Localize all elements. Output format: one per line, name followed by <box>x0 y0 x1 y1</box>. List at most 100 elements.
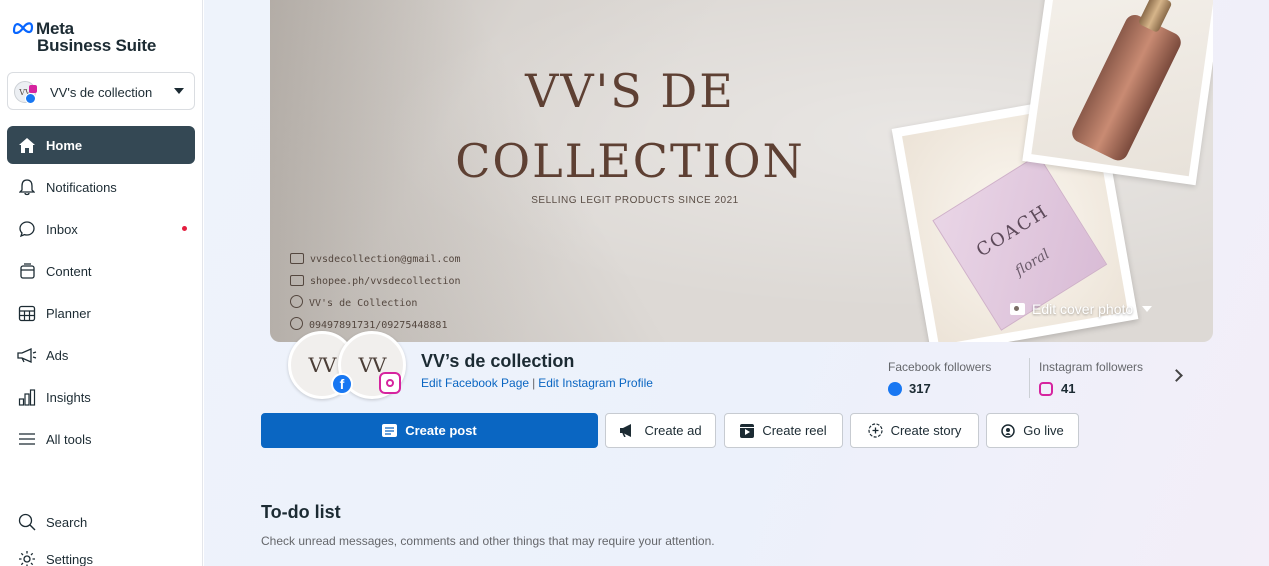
instagram-icon <box>379 372 401 394</box>
create-ad-button[interactable]: Create ad <box>605 413 716 448</box>
cover-contact-facebook: VV's de Collection <box>290 295 417 309</box>
caret-down-icon <box>174 88 184 94</box>
sidebar-item-label: Inbox <box>46 222 78 237</box>
sidebar-item-label: Planner <box>46 306 91 321</box>
create-reel-label: Create reel <box>762 423 827 438</box>
chat-bubble-icon <box>17 220 37 238</box>
instagram-badge-icon <box>29 85 37 93</box>
sidebar-item-inbox[interactable]: Inbox <box>7 210 195 248</box>
todo-title: To-do list <box>261 502 341 522</box>
megaphone-icon <box>17 346 37 364</box>
cover-contact-shop: shopee.ph/vvsdecollection <box>290 275 461 287</box>
stats-divider <box>1029 358 1030 398</box>
search-icon <box>17 513 37 531</box>
post-icon <box>382 424 398 437</box>
sidebar-item-label: All tools <box>46 432 92 447</box>
facebook-followers-label: Facebook followers <box>888 360 992 374</box>
edit-cover-photo-button[interactable]: Edit cover photo <box>1010 299 1153 319</box>
sidebar-item-planner[interactable]: Planner <box>7 294 195 332</box>
sidebar: Meta Business Suite VV VV's de collectio… <box>0 0 203 566</box>
sidebar-item-label: Insights <box>46 390 91 405</box>
facebook-badge-icon <box>25 93 36 104</box>
contact-text: VV's de Collection <box>309 298 418 309</box>
hamburger-menu-icon <box>17 430 37 448</box>
sidebar-item-notifications[interactable]: Notifications <box>7 168 195 206</box>
avatar-logo-text: VV <box>308 353 337 377</box>
contact-text: 09497891731/09275448881 <box>309 320 448 331</box>
page-name: VV’s de collection <box>421 351 575 371</box>
camera-icon <box>1010 303 1025 315</box>
sidebar-item-label: Content <box>46 264 92 279</box>
create-story-label: Create story <box>890 423 962 438</box>
sidebar-item-insights[interactable]: Insights <box>7 378 195 416</box>
facebook-icon <box>290 295 303 308</box>
cover-contact-phone: 09497891731/09275448881 <box>290 317 447 331</box>
story-plus-icon <box>867 423 883 438</box>
gear-icon <box>17 550 37 566</box>
megaphone-icon <box>619 424 636 437</box>
cover-tagline: SELLING LEGIT PRODUCTS SINCE 2021 <box>531 195 739 206</box>
sidebar-item-settings[interactable]: Settings <box>7 540 195 566</box>
sidebar-item-home[interactable]: Home <box>7 126 195 164</box>
sidebar-item-search[interactable]: Search <box>7 503 195 541</box>
account-switcher[interactable]: VV VV's de collection <box>7 72 195 110</box>
sidebar-item-label: Search <box>46 515 88 530</box>
profile-edit-links: Edit Facebook Page | Edit Instagram Profil… <box>421 376 653 390</box>
bar-chart-icon <box>17 388 37 406</box>
create-post-button[interactable]: Create post <box>261 413 598 448</box>
create-ad-label: Create ad <box>644 423 702 438</box>
main-content: VV'S DE COLLECTION SELLING LEGIT PRODUCT… <box>204 0 1269 566</box>
link-separator: | <box>532 376 536 390</box>
contact-text: vvsdecollection@gmail.com <box>310 254 461 265</box>
unread-dot <box>182 226 187 231</box>
facebook-icon: f <box>331 373 353 395</box>
calendar-grid-icon <box>17 304 37 322</box>
bell-icon <box>17 178 37 196</box>
edit-cover-label: Edit cover photo <box>1032 301 1134 317</box>
instagram-followers-value: 41 <box>1061 381 1076 396</box>
caret-down-icon <box>1142 306 1153 312</box>
sidebar-item-label: Ads <box>46 348 69 363</box>
home-icon <box>17 136 37 154</box>
facebook-icon <box>888 381 902 396</box>
content-icon <box>17 262 37 280</box>
cover-contact-email: vvsdecollection@gmail.com <box>290 253 461 265</box>
edit-facebook-page-link[interactable]: Edit Facebook Page <box>421 376 529 390</box>
live-icon <box>1001 423 1016 438</box>
go-live-label: Go live <box>1023 423 1064 438</box>
perfume-brand: COACH <box>972 200 1053 262</box>
sidebar-item-ads[interactable]: Ads <box>7 336 195 374</box>
cover-product-photo-bottle <box>1022 0 1213 186</box>
instagram-followers-label: Instagram followers <box>1039 360 1144 374</box>
edit-instagram-profile-link[interactable]: Edit Instagram Profile <box>538 376 653 390</box>
phone-icon <box>290 317 303 330</box>
facebook-followers-stat: Facebook followers 317 <box>888 360 991 396</box>
create-reel-button[interactable]: Create reel <box>724 413 843 448</box>
sidebar-item-content[interactable]: Content <box>7 252 195 290</box>
meta-business-suite-logo[interactable]: Meta Business Suite <box>12 19 192 56</box>
logo-text-line2: Business Suite <box>37 36 157 55</box>
instagram-followers-stat: Instagram followers 41 <box>1039 360 1143 396</box>
account-avatar: VV <box>14 81 37 104</box>
create-post-label: Create post <box>405 423 477 438</box>
photo-frame-inner <box>1031 0 1213 177</box>
contact-text: shopee.ph/vvsdecollection <box>310 276 461 287</box>
todo-subtitle: Check unread messages, comments and othe… <box>261 534 715 548</box>
cover-title-line1: VV'S DE <box>525 64 735 118</box>
facebook-followers-value: 317 <box>909 381 931 396</box>
go-live-button[interactable]: Go live <box>986 413 1079 448</box>
cart-icon <box>290 275 304 286</box>
mail-icon <box>290 253 304 264</box>
cover-photo: VV'S DE COLLECTION SELLING LEGIT PRODUCT… <box>270 0 1213 342</box>
account-name: VV's de collection <box>50 85 153 100</box>
sidebar-item-label: Home <box>46 138 83 153</box>
sidebar-item-label: Notifications <box>46 180 117 195</box>
reel-icon <box>740 423 755 438</box>
perfume-bottle <box>1068 11 1185 164</box>
chevron-right-icon[interactable] <box>1170 369 1183 382</box>
instagram-icon <box>1039 381 1053 396</box>
create-story-button[interactable]: Create story <box>850 413 979 448</box>
sidebar-item-all-tools[interactable]: All tools <box>7 420 195 458</box>
sidebar-item-label: Settings <box>46 552 93 566</box>
cover-title-line2: COLLECTION <box>455 134 805 188</box>
